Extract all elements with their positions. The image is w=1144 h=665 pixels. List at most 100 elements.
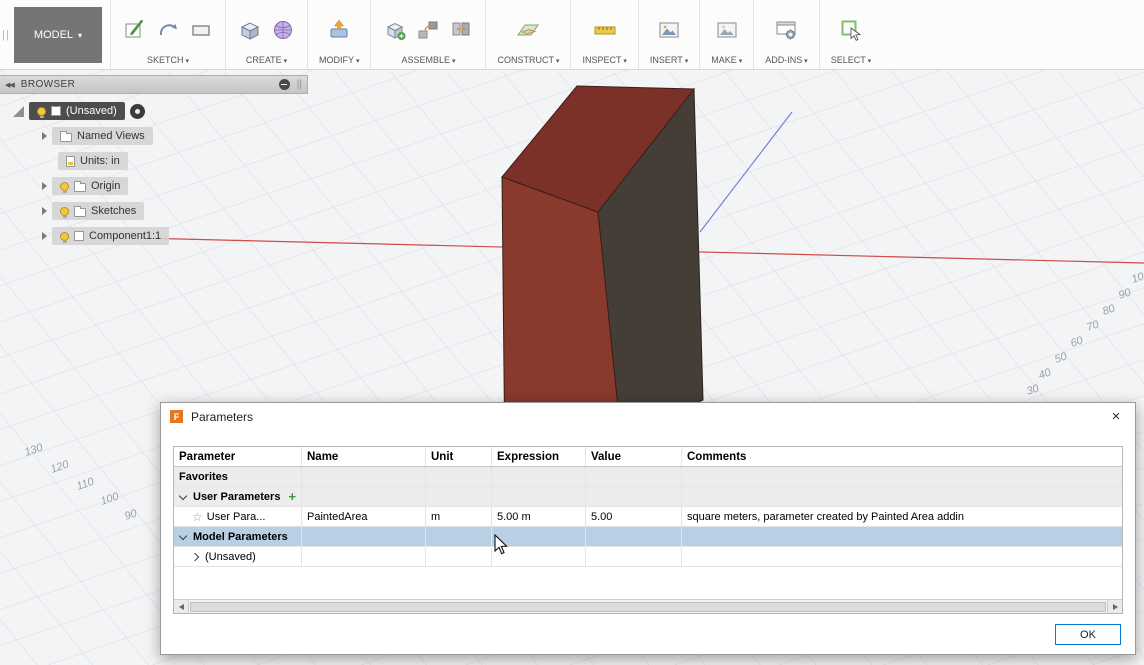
table-row-paintedarea[interactable]: ☆ User Para... PaintedArea m 5.00 m 5.00… xyxy=(174,507,1122,527)
tree-row-origin[interactable]: Origin xyxy=(0,176,308,196)
toolbar-group-label[interactable]: SELECT xyxy=(831,55,871,65)
tree-item-label: Sketches xyxy=(91,205,136,217)
press-pull-icon[interactable] xyxy=(326,17,352,43)
toolbar-group-label[interactable]: MAKE xyxy=(711,55,742,65)
chevron-right-icon[interactable] xyxy=(42,132,47,140)
tree-item[interactable]: Units: in xyxy=(58,152,128,170)
joint-icon[interactable] xyxy=(415,17,441,43)
favorite-star-icon[interactable]: ☆ xyxy=(192,510,203,524)
visibility-bulb-icon[interactable] xyxy=(60,232,69,241)
sketch-spline-icon[interactable] xyxy=(155,17,181,43)
tree-item-label: Units: in xyxy=(80,155,120,167)
toolbar-group-label[interactable]: CONSTRUCT xyxy=(497,55,559,65)
toolbar-group-label[interactable]: ADD-INS xyxy=(765,55,807,65)
name-cell[interactable]: PaintedArea xyxy=(302,507,426,526)
chevron-down-icon[interactable] xyxy=(179,491,187,499)
horizontal-scrollbar[interactable] xyxy=(174,599,1122,613)
toolbar-group-make: MAKE xyxy=(699,0,753,69)
toolbar-group-assemble: ASSEMBLE xyxy=(370,0,485,69)
top-toolbar: || MODEL SKETCH CREATE xyxy=(0,0,1144,70)
value-cell: 5.00 xyxy=(586,507,682,526)
as-built-joint-icon[interactable] xyxy=(448,17,474,43)
row-label: (Unsaved) xyxy=(205,551,256,563)
column-header: Unit xyxy=(426,447,492,466)
tree-item[interactable]: Origin xyxy=(52,177,128,195)
tree-row-component[interactable]: Component1:1 xyxy=(0,226,308,246)
workspace-switcher-button[interactable]: MODEL xyxy=(14,7,102,63)
table-row-user-parameters[interactable]: User Parameters + xyxy=(174,487,1122,507)
visibility-bulb-icon[interactable] xyxy=(60,207,69,216)
create-form-icon[interactable] xyxy=(270,17,296,43)
create-box-icon[interactable] xyxy=(237,17,263,43)
visibility-bulb-icon[interactable] xyxy=(60,182,69,191)
chevron-down-icon[interactable] xyxy=(179,531,187,539)
ok-button[interactable]: OK xyxy=(1055,624,1121,645)
table-row-unsaved[interactable]: (Unsaved) xyxy=(174,547,1122,567)
scripts-addins-icon[interactable] xyxy=(773,17,799,43)
mouse-cursor xyxy=(494,534,510,556)
toolbar-group-label[interactable]: CREATE xyxy=(246,55,287,65)
row-label: User Parameters xyxy=(193,491,280,503)
tree-item[interactable]: Named Views xyxy=(52,127,153,145)
chevron-right-icon[interactable] xyxy=(42,207,47,215)
root-document-item[interactable]: (Unsaved) xyxy=(29,102,125,120)
tree-row-sketches[interactable]: Sketches xyxy=(0,201,308,221)
toolbar-group-label[interactable]: MODIFY xyxy=(319,55,359,65)
expanded-corner-icon[interactable] xyxy=(13,106,24,117)
tree-row-root[interactable]: (Unsaved) xyxy=(0,101,308,121)
expression-cell[interactable]: 5.00 m xyxy=(492,507,586,526)
toolbar-group-label[interactable]: ASSEMBLE xyxy=(401,55,455,65)
tree-row-units[interactable]: Units: in xyxy=(0,151,308,171)
tree-item[interactable]: Component1:1 xyxy=(52,227,169,245)
chevron-right-icon[interactable] xyxy=(42,232,47,240)
browser-header[interactable]: ◀◀ BROWSER || xyxy=(0,75,308,94)
visibility-bulb-icon[interactable] xyxy=(37,107,46,116)
toolbar-group-select: SELECT xyxy=(819,0,882,69)
browser-drag-handle[interactable]: || xyxy=(297,79,302,90)
minimize-browser-icon[interactable] xyxy=(279,79,290,90)
toolbar-group-label[interactable]: INSPECT xyxy=(582,55,626,65)
parameters-table: Parameter Name Unit Expression Value Com… xyxy=(173,446,1123,614)
add-parameter-icon[interactable]: + xyxy=(288,492,296,502)
chevron-right-icon[interactable] xyxy=(42,182,47,190)
toolbar-group-sketch: SKETCH xyxy=(110,0,225,69)
tree-item-label: Named Views xyxy=(77,130,145,142)
browser-tree: (Unsaved) Named Views Units: in Origin xyxy=(0,94,308,246)
browser-panel: ◀◀ BROWSER || (Unsaved) Named Views U xyxy=(0,75,308,246)
collapse-panel-icon[interactable]: ◀◀ xyxy=(5,81,14,89)
select-cursor-icon[interactable] xyxy=(838,17,864,43)
toolbar-drag-handle[interactable]: || xyxy=(0,0,12,69)
toolbar-group-label[interactable]: INSERT xyxy=(650,55,688,65)
parameters-dialog: Parameters Parameter Name Unit Expressio… xyxy=(160,402,1136,655)
create-sketch-icon[interactable] xyxy=(122,17,148,43)
tree-item[interactable]: Sketches xyxy=(52,202,144,220)
construction-plane-icon[interactable] xyxy=(515,17,541,43)
make-3d-print-icon[interactable] xyxy=(714,17,740,43)
folder-icon xyxy=(74,208,86,217)
sketch-rectangle-icon[interactable] xyxy=(188,17,214,43)
table-row-favorites[interactable]: Favorites xyxy=(174,467,1122,487)
new-component-icon[interactable] xyxy=(382,17,408,43)
dialog-titlebar[interactable]: Parameters xyxy=(161,403,1135,430)
parameters-dialog-icon xyxy=(170,410,183,423)
scroll-right-button[interactable] xyxy=(1107,600,1122,613)
scroll-left-button[interactable] xyxy=(174,600,189,613)
scrollbar-thumb[interactable] xyxy=(190,602,1106,612)
root-document-label: (Unsaved) xyxy=(66,105,117,117)
measure-icon[interactable] xyxy=(592,17,618,43)
table-header-row: Parameter Name Unit Expression Value Com… xyxy=(174,447,1122,467)
component-icon xyxy=(74,231,84,241)
column-header: Name xyxy=(302,447,426,466)
table-empty-area xyxy=(174,567,1122,599)
comments-cell[interactable]: square meters, parameter created by Pain… xyxy=(682,507,1122,526)
close-icon[interactable] xyxy=(1106,408,1126,425)
toolbar-group-inspect: INSPECT xyxy=(570,0,637,69)
activate-radio-icon[interactable] xyxy=(130,104,145,119)
insert-canvas-icon[interactable] xyxy=(656,17,682,43)
tree-row-named-views[interactable]: Named Views xyxy=(0,126,308,146)
chevron-right-icon[interactable] xyxy=(191,552,199,560)
table-row-model-parameters[interactable]: Model Parameters xyxy=(174,527,1122,547)
toolbar-group-label[interactable]: SKETCH xyxy=(147,55,189,65)
workspace-label: MODEL xyxy=(34,29,73,41)
unit-cell[interactable]: m xyxy=(426,507,492,526)
